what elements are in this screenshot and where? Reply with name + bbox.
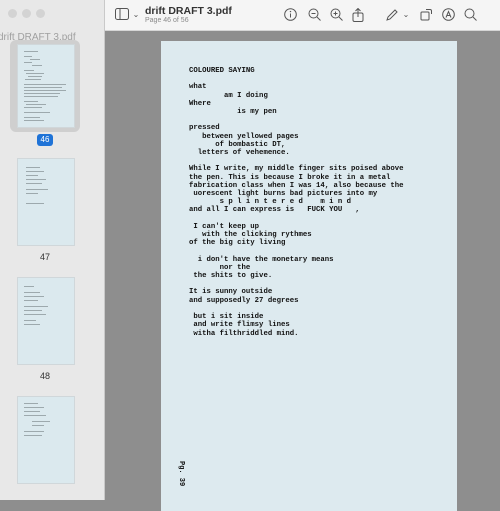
page-footer: Pg. 39 (177, 461, 185, 487)
page-number-label: 47 (39, 252, 50, 262)
zoom-out-icon[interactable] (307, 8, 321, 22)
thumbnail-image (17, 277, 75, 365)
document-title: drift DRAFT 3.pdf (145, 5, 232, 17)
toolbar: ⌄ drift DRAFT 3.pdf Page 46 of 56 ⌄ (105, 0, 500, 31)
page-number-badge: 46 (37, 134, 53, 146)
chevron-down-icon[interactable]: ⌄ (399, 8, 413, 22)
chevron-down-icon[interactable]: ⌄ (129, 8, 143, 22)
zoom-in-icon[interactable] (329, 8, 343, 22)
thumbnail-image (17, 396, 75, 484)
thumbnail-image (17, 44, 75, 128)
share-icon[interactable] (351, 7, 365, 22)
page-number-label: 48 (39, 371, 50, 381)
document-canvas[interactable]: COLOURED SAYING what am I doing Where is… (105, 31, 500, 511)
sidebar-toggle-icon[interactable] (115, 8, 129, 22)
page-body-text: COLOURED SAYING what am I doing Where is… (189, 67, 404, 338)
minimize-window-button[interactable] (22, 9, 31, 18)
info-icon[interactable] (283, 8, 297, 22)
rotate-icon[interactable] (419, 8, 433, 22)
markup-pen-icon[interactable] (385, 8, 399, 22)
sidebar-header: drift DRAFT 3.pdf (0, 0, 104, 43)
pdf-page[interactable]: COLOURED SAYING what am I doing Where is… (161, 41, 457, 511)
close-window-button[interactable] (8, 9, 17, 18)
zoom-window-button[interactable] (36, 9, 45, 18)
thumbnail-image (17, 158, 75, 246)
page-indicator: Page 46 of 56 (145, 17, 189, 24)
search-icon[interactable] (463, 8, 477, 22)
thumbnail-sidebar: drift DRAFT 3.pdf 46 47 48 (0, 0, 105, 500)
markup-icon[interactable] (441, 8, 455, 22)
